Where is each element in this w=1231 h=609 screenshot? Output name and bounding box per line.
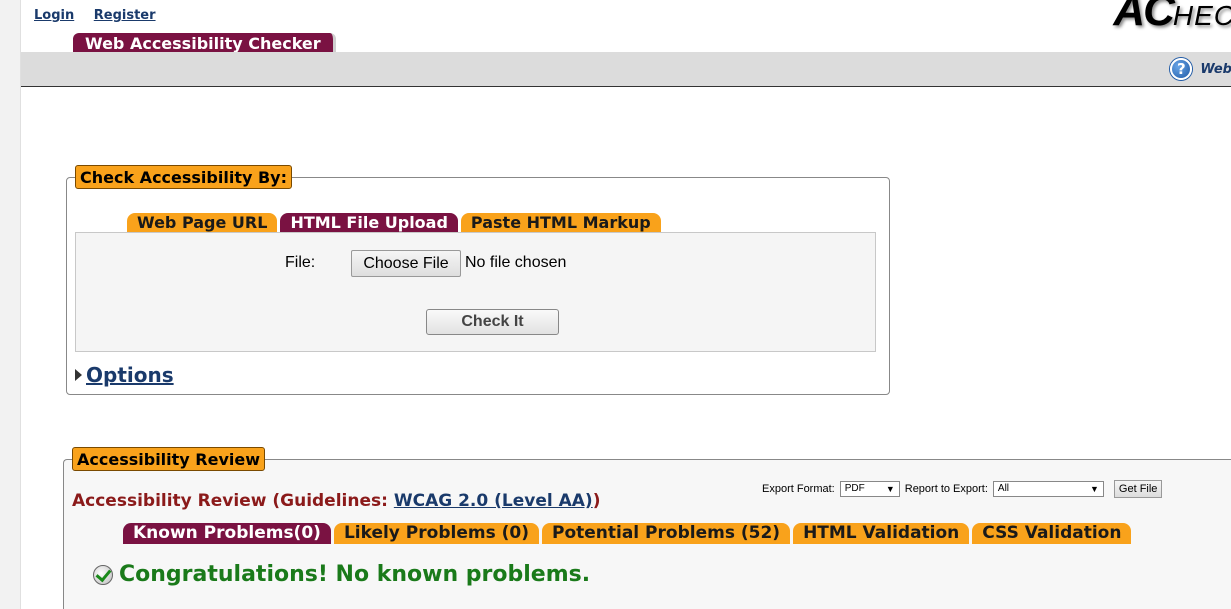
expand-triangle-icon[interactable]	[75, 369, 82, 381]
check-accessibility-legend: Check Accessibility By:	[75, 165, 292, 189]
tab-css-validation[interactable]: CSS Validation	[972, 523, 1132, 544]
review-title: Accessibility Review (Guidelines: WCAG 2…	[72, 491, 601, 511]
guideline-link[interactable]: WCAG 2.0 (Level AA)	[394, 491, 593, 511]
export-format-select[interactable]: PDF ▼	[839, 481, 900, 497]
logo-big: AC	[1113, 0, 1175, 35]
tab-html-file-upload[interactable]: HTML File Upload	[280, 213, 458, 233]
tab-likely-problems[interactable]: Likely Problems (0)	[333, 523, 539, 544]
check-it-button[interactable]: Check It	[426, 309, 559, 335]
login-link[interactable]: Login	[34, 8, 74, 23]
tab-paste-html-markup[interactable]: Paste HTML Markup	[460, 213, 661, 233]
page: Login Register ACHEC Web Accessibility C…	[20, 0, 1231, 609]
options-toggle[interactable]: Options	[75, 363, 174, 387]
help-text[interactable]: Web	[1200, 62, 1231, 77]
nav-bar: ? Web	[21, 52, 1231, 87]
site-title-tab: Web Accessibility Checker	[73, 33, 336, 54]
review-title-prefix: Accessibility Review (Guidelines:	[72, 491, 394, 511]
review-tabs: Known Problems(0) Likely Problems (0) Po…	[123, 523, 1132, 544]
options-link[interactable]: Options	[86, 363, 174, 387]
logo-small: HEC	[1172, 0, 1231, 31]
export-controls: Export Format: PDF ▼ Report to Export: A…	[762, 480, 1163, 498]
dropdown-arrow-icon: ▼	[885, 484, 895, 494]
dropdown-arrow-icon: ▼	[1089, 484, 1099, 494]
top-links: Login Register	[34, 8, 171, 23]
checkmark-icon	[93, 564, 113, 585]
report-to-export-value: All	[997, 483, 1010, 494]
tab-known-problems[interactable]: Known Problems(0)	[123, 523, 331, 544]
file-label: File:	[285, 254, 316, 271]
congrats-message: Congratulations! No known problems.	[93, 562, 590, 587]
accessibility-review-legend: Accessibility Review	[72, 447, 266, 471]
tab-web-page-url[interactable]: Web Page URL	[127, 213, 278, 233]
choose-file-button[interactable]: Choose File	[351, 250, 461, 277]
get-file-button[interactable]: Get File	[1113, 480, 1163, 498]
input-method-tabs: Web Page URL HTML File Upload Paste HTML…	[127, 213, 661, 233]
file-upload-panel: File: Choose File No file chosen Check I…	[75, 232, 876, 352]
congrats-text: Congratulations! No known problems.	[119, 562, 591, 587]
achecker-logo: ACHEC	[1113, 0, 1231, 36]
tab-potential-problems[interactable]: Potential Problems (52)	[541, 523, 791, 544]
review-title-suffix: )	[592, 491, 601, 511]
no-file-chosen-text: No file chosen	[465, 254, 567, 271]
report-to-export-select[interactable]: All ▼	[992, 481, 1104, 497]
help-link[interactable]: ? Web	[1170, 58, 1231, 80]
report-to-export-label: Report to Export:	[904, 483, 988, 495]
help-icon[interactable]: ?	[1170, 58, 1193, 80]
export-format-value: PDF	[844, 483, 865, 494]
tab-html-validation[interactable]: HTML Validation	[793, 523, 970, 544]
export-format-label: Export Format:	[762, 483, 835, 495]
register-link[interactable]: Register	[94, 8, 156, 23]
